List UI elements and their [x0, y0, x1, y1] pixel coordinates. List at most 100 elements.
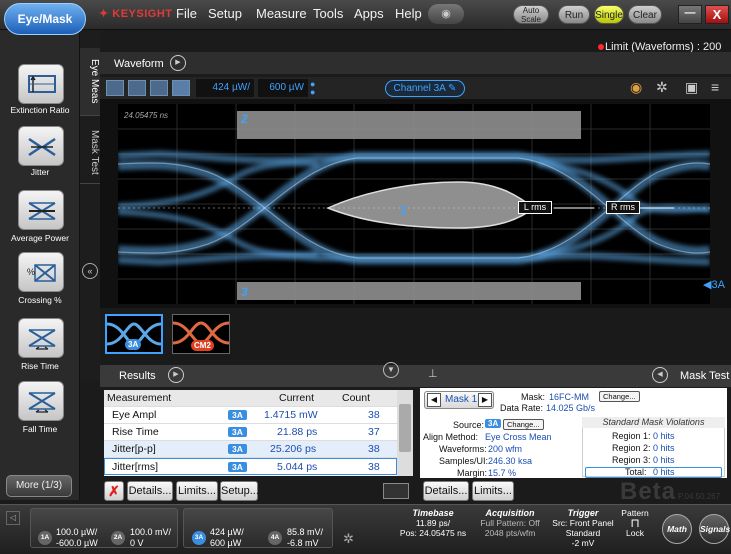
table-row[interactable]: Eye Ampl 3A 1.4715 mW 38 [104, 407, 397, 424]
trigger-mode: Standard [565, 528, 601, 538]
mask-limits-button[interactable]: Limits... [472, 481, 514, 501]
source-badge: 3A [228, 427, 247, 437]
source-change-button[interactable]: Change... [503, 419, 544, 430]
ch1-offset: -600.0 µW [56, 538, 98, 548]
channel-settings-icon[interactable]: ✲ [343, 531, 354, 547]
table-row[interactable]: Jitter[rms] 3A 5.044 ps 38 [104, 458, 397, 475]
vertical-scale-field[interactable]: 424 µW/ [196, 79, 254, 97]
extinction-ratio-button[interactable] [18, 64, 64, 104]
l-rms-marker[interactable]: L rms [518, 201, 552, 214]
results-menu-icon[interactable]: ▶ [168, 367, 184, 383]
more-button[interactable]: More (1/3) [6, 475, 72, 497]
auto-scale-button[interactable]: Auto Scale [513, 5, 549, 24]
pin-icon[interactable]: ⊥ [428, 367, 438, 380]
fall-time-icon [28, 392, 56, 413]
tab-eye-meas[interactable]: Eye Meas [80, 48, 100, 116]
menu-icon[interactable]: ≡ [711, 79, 719, 95]
menu-setup[interactable]: Setup [208, 6, 242, 21]
results-scrollbar-thumb[interactable] [399, 404, 411, 452]
menu-apps[interactable]: Apps [354, 6, 384, 21]
channel-1a-readout[interactable]: 100.0 µW/-600.0 µW [56, 527, 98, 549]
eye-mask-mode-button[interactable]: Eye/Mask [4, 3, 86, 35]
chevron-down-icon[interactable]: ▼ [383, 362, 399, 378]
channel-3a-marker[interactable]: ◀3A [703, 278, 725, 291]
table-view-icon[interactable] [383, 483, 409, 499]
mask-change-button[interactable]: Change... [599, 391, 640, 402]
mask-label-3: 3 [241, 285, 248, 299]
mask-test-back-icon[interactable]: ◀ [652, 367, 668, 383]
waveform-menu-icon[interactable]: ▶ [170, 55, 186, 71]
layout-quad-icon[interactable] [128, 80, 146, 96]
rise-time-label: Rise Time [21, 361, 59, 371]
rise-time-button[interactable] [18, 318, 64, 358]
thumbnail-cm2[interactable]: CM2 [172, 314, 230, 354]
menu-measure[interactable]: Measure [256, 6, 307, 21]
waveform-title: Waveform [114, 58, 164, 70]
channel-2a-readout[interactable]: 100.0 mV/0 V [130, 527, 171, 549]
acquisition-panel[interactable]: Acquisition Full Pattern: Off 2048 pts/w… [474, 508, 546, 548]
measurement-name: Rise Time [112, 426, 159, 438]
single-button[interactable]: Single [594, 5, 624, 24]
layout-stacked-icon[interactable] [150, 80, 168, 96]
measurement-name: Eye Ampl [112, 409, 157, 421]
channel-select-button[interactable]: Channel 3A ✎ [385, 80, 465, 97]
table-row[interactable]: Jitter[p-p] 3A 25.206 ps 38 [104, 441, 397, 458]
setup-button[interactable]: Setup... [220, 481, 259, 501]
delete-measurement-icon[interactable]: ✗ [104, 481, 124, 501]
beta-watermark: Beta [620, 478, 677, 505]
tab-mask-test[interactable]: Mask Test [80, 122, 100, 184]
camera-icon[interactable]: ◉ [428, 4, 464, 24]
mask-details-button[interactable]: Details... [423, 481, 469, 501]
scroll-left-icon[interactable]: ◁ [6, 511, 20, 525]
gear-icon[interactable]: ✲ [656, 79, 668, 96]
col-current: Current [279, 392, 315, 404]
jitter-button[interactable] [18, 126, 64, 166]
limits-button[interactable]: Limits... [176, 481, 218, 501]
scale-spinner-icon[interactable]: ● ● [310, 80, 316, 97]
mask-prev-icon[interactable]: ◀ [427, 393, 441, 407]
thumbnail-3a[interactable]: 3A [105, 314, 163, 354]
r-rms-marker[interactable]: R rms [606, 201, 640, 214]
channel-3a-readout[interactable]: 424 µW/600 µW [210, 527, 244, 549]
color-wheel-icon[interactable]: ◉ [630, 79, 642, 96]
minimize-button[interactable]: — [678, 5, 702, 24]
pattern-lock: Lock [626, 528, 644, 538]
close-button[interactable]: X [705, 5, 729, 24]
timebase-panel[interactable]: Timebase 11.89 ps/ Pos: 24.05475 ns [398, 508, 468, 548]
data-rate-value: 14.025 Gb/s [546, 403, 596, 413]
table-row[interactable]: Rise Time 3A 21.88 ps 37 [104, 424, 397, 441]
crossing-percent-button[interactable]: % [18, 252, 64, 292]
layout-single-icon[interactable] [106, 80, 124, 96]
channel-3a-icon[interactable]: 3A [192, 531, 206, 545]
fall-time-button[interactable] [18, 381, 64, 421]
signals-button[interactable]: Signals [699, 514, 730, 544]
channel-2a-icon[interactable]: 2A [111, 531, 125, 545]
channel-4a-icon[interactable]: 4A [268, 531, 282, 545]
source-badge: 3A [228, 410, 247, 420]
pattern-panel[interactable]: Pattern ⊓ Lock [620, 508, 650, 552]
channel-1a-icon[interactable]: 1A [38, 531, 52, 545]
col-measurement: Measurement [107, 392, 172, 404]
layout-grid-icon[interactable] [172, 80, 190, 96]
menu-tools[interactable]: Tools [313, 6, 343, 21]
math-button[interactable]: Math [662, 514, 692, 544]
samples-label: Samples/UI: [439, 456, 489, 466]
details-button[interactable]: Details... [127, 481, 173, 501]
ch4-scale: 85.8 mV/ [287, 527, 324, 537]
count-value: 38 [368, 461, 380, 473]
source-label: Source: [453, 420, 485, 430]
channel-4a-readout[interactable]: 85.8 mV/-6.8 mV [287, 527, 323, 549]
average-power-button[interactable] [18, 190, 64, 230]
save-icon[interactable]: ▣ [685, 79, 698, 96]
svg-text:%: % [27, 267, 35, 277]
trigger-panel[interactable]: Trigger Src: Front Panel Standard -2 mV [548, 508, 618, 552]
collapse-panel-icon[interactable]: « [82, 263, 98, 279]
clear-button[interactable]: Clear [628, 5, 662, 24]
vertical-offset-field[interactable]: 600 µW [258, 79, 308, 97]
mask-next-icon[interactable]: ▶ [478, 393, 492, 407]
menu-help[interactable]: Help [395, 6, 422, 21]
timebase-title: Timebase [412, 508, 454, 518]
menu-file[interactable]: File [176, 6, 197, 21]
run-button[interactable]: Run [558, 5, 590, 24]
total-label: Total: [625, 467, 647, 477]
